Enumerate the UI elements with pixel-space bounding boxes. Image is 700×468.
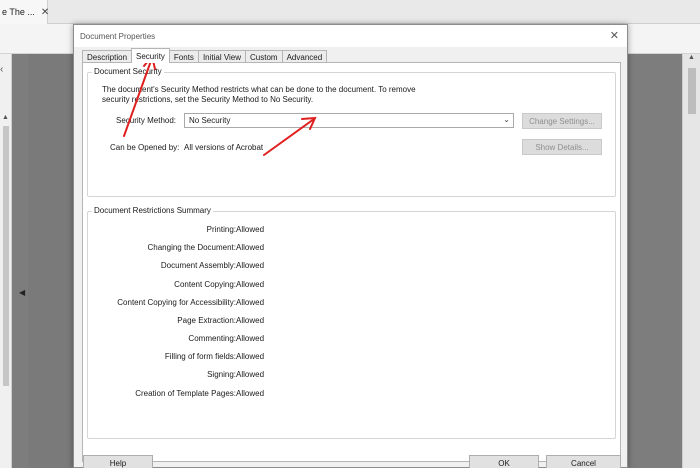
restriction-value: Allowed: [236, 243, 265, 252]
restriction-value: Allowed: [236, 352, 265, 361]
restriction-row: Changing the Document: Allowed: [88, 243, 588, 255]
restriction-value: Allowed: [236, 370, 265, 379]
security-method-label: Security Method:: [116, 116, 177, 125]
security-description: The document's Security Method restricts…: [102, 85, 416, 104]
cancel-button[interactable]: Cancel: [546, 455, 621, 468]
collapse-panel-icon[interactable]: ◀: [19, 288, 25, 297]
restriction-row: Commenting: Allowed: [88, 334, 588, 346]
document-security-group: Document Security The document's Securit…: [87, 67, 616, 197]
right-scrollbar[interactable]: ▲: [682, 54, 700, 468]
dialog-titlebar: Document Properties ✕: [74, 25, 627, 47]
tab-strip: Description Security Fonts Initial View …: [82, 48, 328, 63]
chevron-down-icon[interactable]: ⌄: [503, 115, 510, 124]
security-method-value: No Security: [189, 116, 231, 125]
restriction-value: Allowed: [236, 225, 265, 234]
restriction-label: Content Copying for Accessibility:: [117, 298, 236, 307]
restriction-label: Printing:: [206, 225, 236, 234]
restriction-label: Commenting:: [188, 334, 236, 343]
chevron-left-icon[interactable]: ‹: [0, 64, 3, 75]
document-canvas-left: [12, 54, 28, 468]
show-details-button[interactable]: Show Details...: [522, 139, 602, 155]
document-restrictions-group: Document Restrictions Summary Printing: …: [87, 206, 616, 439]
security-tab-panel: Document Security The document's Securit…: [82, 62, 621, 462]
restriction-row: Page Extraction: Allowed: [88, 316, 588, 328]
restriction-label: Content Copying:: [174, 280, 236, 289]
app-tab-bar: e The ... ✕: [0, 0, 700, 24]
change-settings-button[interactable]: Change Settings...: [522, 113, 602, 129]
restriction-value: Allowed: [236, 316, 265, 325]
restriction-value: Allowed: [236, 280, 265, 289]
restriction-row: Filling of form fields: Allowed: [88, 352, 588, 364]
dialog-title: Document Properties: [80, 31, 156, 41]
restriction-row: Content Copying: Allowed: [88, 280, 588, 292]
restriction-label: Document Assembly:: [160, 261, 236, 270]
restriction-row: Printing: Allowed: [88, 225, 588, 237]
restriction-label: Creation of Template Pages:: [135, 389, 236, 398]
restriction-label: Page Extraction:: [177, 316, 236, 325]
app-document-tab[interactable]: e The ... ✕: [0, 0, 49, 24]
app-left-sidebar: ‹ ▲: [0, 54, 12, 468]
restriction-row: Creation of Template Pages: Allowed: [88, 389, 588, 401]
opened-by-value: All versions of Acrobat: [184, 143, 264, 152]
restriction-label: Filling of form fields:: [164, 352, 236, 361]
scroll-up-icon[interactable]: ▲: [2, 114, 9, 121]
right-scrollbar-thumb[interactable]: [688, 68, 696, 114]
restriction-value: Allowed: [236, 334, 265, 343]
restriction-label: Changing the Document:: [147, 243, 237, 252]
restriction-row: Signing: Allowed: [88, 370, 588, 382]
restriction-row: Document Assembly: Allowed: [88, 261, 588, 273]
document-properties-dialog: Document Properties ✕ Description Securi…: [73, 24, 628, 468]
sidebar-scrollbar-thumb[interactable]: [3, 126, 9, 386]
restriction-value: Allowed: [236, 389, 265, 398]
restriction-row: Content Copying for Accessibility: Allow…: [88, 298, 588, 310]
help-button[interactable]: Help: [83, 455, 153, 468]
close-icon[interactable]: ✕: [610, 29, 619, 42]
restriction-label: Signing:: [207, 370, 236, 379]
security-method-select[interactable]: No Security ⌄: [184, 113, 514, 128]
opened-by-label: Can be Opened by:: [110, 143, 180, 152]
app-tab-title: e The ...: [2, 7, 35, 17]
tab-security[interactable]: Security: [131, 48, 170, 63]
restriction-value: Allowed: [236, 261, 265, 270]
restriction-value: Allowed: [236, 298, 265, 307]
document-restrictions-title: Document Restrictions Summary: [92, 206, 213, 215]
document-security-title: Document Security: [92, 67, 164, 76]
ok-button[interactable]: OK: [469, 455, 539, 468]
close-icon[interactable]: ✕: [41, 7, 49, 18]
scroll-up-icon[interactable]: ▲: [688, 54, 695, 61]
